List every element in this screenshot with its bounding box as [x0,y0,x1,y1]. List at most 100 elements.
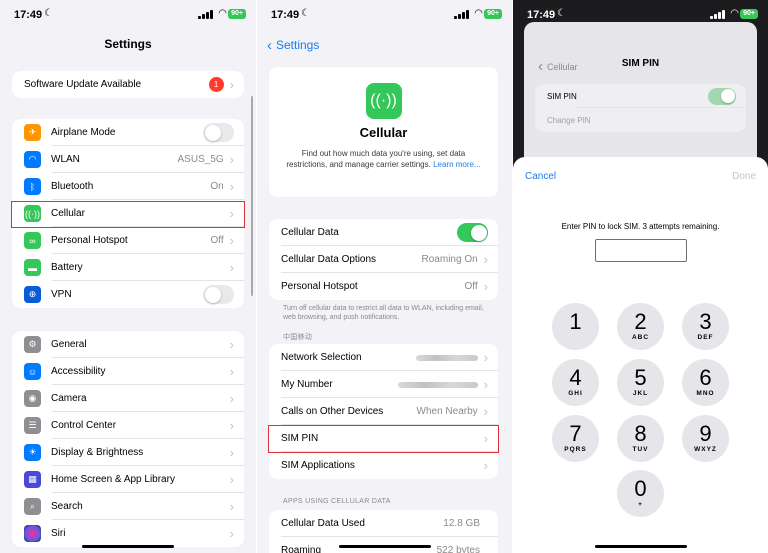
vpn-toggle[interactable] [203,285,234,304]
row-value: Roaming On [421,254,478,265]
home-indicator [594,545,687,548]
settings-row-siri[interactable]: Siri › [12,520,244,547]
sim-pin-toggle[interactable] [708,87,736,105]
done-button[interactable]: Done [732,171,756,182]
screenshot-stage: 17:49 ☾ ◠ 90+ Settings Software Update A… [0,0,768,553]
cellular-data-group: Cellular Data Cellular Data Options Roam… [269,219,498,300]
wifi-status-icon: ◠ [730,8,739,19]
keypad-key-6[interactable]: 6 MNO [682,359,729,406]
key-digit: 0 [634,476,647,501]
settings-row-general[interactable]: ⚙ General › [12,331,244,358]
chevron-right-icon: › [229,260,234,275]
key-digit: 4 [569,365,582,390]
row-value: On [210,181,224,192]
scrollbar[interactable] [250,96,253,296]
keypad-key-3[interactable]: 3 DEF [682,303,729,350]
row-label: Cellular Data Used [281,518,365,529]
signal-icon [198,10,213,19]
settings-row-control-center[interactable]: ☰ Control Center › [12,412,244,439]
vpn-globe-icon: ⊕ [24,286,41,303]
settings-row-display-brightness[interactable]: ☀ Display & Brightness › [12,439,244,466]
keypad-key-9[interactable]: 9 WXYZ [682,415,729,462]
key-digit: 9 [699,421,712,446]
chevron-right-icon: › [483,279,488,294]
key-letters: PQRS [564,446,587,453]
learn-more-link[interactable]: Learn more... [433,160,481,169]
row-label: Battery [51,262,83,273]
sim-pin-group: SIM PIN Change PIN [535,84,746,132]
cellular-data-toggle[interactable] [457,223,488,242]
moon-icon: ☾ [557,8,566,19]
row-label: VPN [51,289,72,300]
cancel-button[interactable]: Cancel [525,171,556,182]
settings-row-camera[interactable]: ◉ Camera › [12,385,244,412]
cellular-screen: 17:49 ☾ ◠ 90+ ‹ Settings ((·)) Cellular F… [256,0,512,553]
page-title: SIM PIN [621,58,660,69]
chevron-right-icon: › [229,445,234,460]
blurred-value [397,381,478,388]
carrier-group: Network Selection › My Number › Calls on… [269,344,498,479]
keypad-key-0[interactable]: 0 + [617,470,664,517]
cellular-header-card: ((·)) Cellular Find out how much data yo… [269,67,498,197]
sim-pin-toggle-row[interactable]: SIM PIN [535,84,746,108]
key-letters: DEF [697,334,714,341]
settings-row-battery[interactable]: ▬ Battery › [12,254,244,281]
blurred-value [415,354,478,361]
chevron-right-icon: › [229,233,234,248]
key-digit: 8 [634,421,647,446]
back-button[interactable]: ‹ Settings [267,37,319,54]
row-label: Camera [51,393,87,404]
key-digit: 6 [699,365,712,390]
pin-input[interactable] [595,239,687,262]
key-letters: GHI [568,390,583,397]
my-number-row[interactable]: My Number › [269,371,498,398]
status-time: 17:49 [527,9,556,21]
settings-row-search[interactable]: ⌕ Search › [12,493,244,520]
row-label: Calls on Other Devices [281,406,384,417]
row-label: WLAN [51,154,80,165]
row-label: Home Screen & App Library [51,474,175,485]
settings-row-home-screen[interactable]: ▦ Home Screen & App Library › [12,466,244,493]
settings-row-wlan[interactable]: ◠ WLAN ASUS_5G › [12,146,244,173]
keypad-key-7[interactable]: 7 PQRS [552,415,599,462]
settings-row-accessibility[interactable]: ☺ Accessibility › [12,358,244,385]
row-label: Cellular Data [281,227,339,238]
settings-row-bluetooth[interactable]: ᛒ Bluetooth On › [12,173,244,200]
sliders-icon: ☰ [24,417,41,434]
settings-row-airplane-mode[interactable]: ✈ Airplane Mode [12,119,244,146]
keypad-key-2[interactable]: 2 ABC [617,303,664,350]
key-letters: JKL [632,390,649,397]
sim-pin-highlight-box [268,425,499,453]
airplane-mode-toggle[interactable] [203,123,234,142]
keypad-key-5[interactable]: 5 JKL [617,359,664,406]
settings-row-personal-hotspot[interactable]: ∞ Personal Hotspot Off › [12,227,244,254]
cellular-data-options-row[interactable]: Cellular Data Options Roaming On › [269,246,498,273]
key-digit: 7 [569,421,582,446]
signal-icon [710,10,725,19]
software-update-row[interactable]: Software Update Available 1 › [12,71,244,98]
cellular-highlight-box [11,201,245,228]
battery-status-icon: 90+ [228,9,246,19]
network-selection-row[interactable]: Network Selection › [269,344,498,371]
back-label: Settings [276,38,320,52]
chevron-right-icon: › [483,350,488,365]
personal-hotspot-row[interactable]: Personal Hotspot Off › [269,273,498,300]
keypad-key-8[interactable]: 8 TUV [617,415,664,462]
row-label: General [51,339,87,350]
keypad-key-1[interactable]: 1 [552,303,599,350]
row-label: Airplane Mode [51,127,116,138]
status-bar: 17:49 ☾ ◠ 90+ [257,0,512,30]
home-grid-icon: ▦ [24,471,41,488]
keypad-key-4[interactable]: 4 GHI [552,359,599,406]
change-pin-row: Change PIN [535,108,746,132]
sim-pin-screen: 17:49 ☾ ◠ 90+ ‹ Cellular SIM PIN SIM PIN … [512,0,768,553]
calls-other-devices-row[interactable]: Calls on Other Devices When Nearby › [269,398,498,425]
sim-applications-row[interactable]: SIM Applications › [269,452,498,479]
settings-row-vpn[interactable]: ⊕ VPN [12,281,244,308]
chevron-right-icon: › [229,337,234,352]
sun-icon: ☀ [24,444,41,461]
key-letters: + [638,501,643,508]
key-letters: WXYZ [694,446,717,453]
row-label: Accessibility [51,366,106,377]
cellular-data-row[interactable]: Cellular Data [269,219,498,246]
